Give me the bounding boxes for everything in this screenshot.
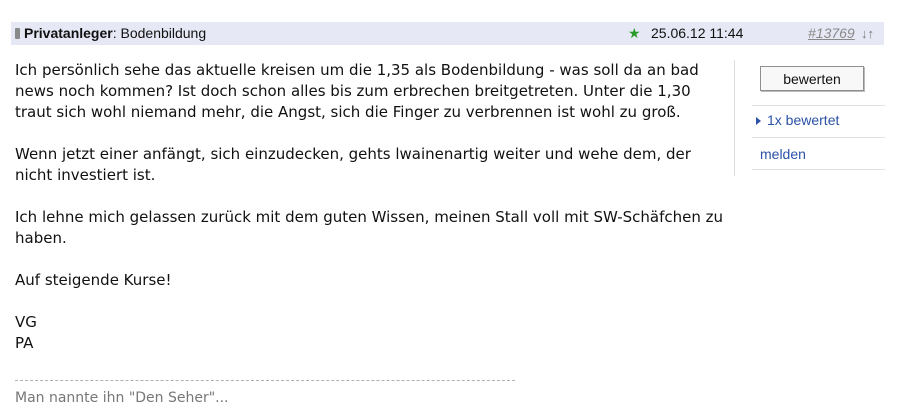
signature: Man nannte ihn "Den Seher"... (15, 390, 229, 406)
sidebar-divider (752, 169, 885, 170)
username[interactable]: Privatanleger (24, 25, 113, 41)
post-paragraph: VG PA (15, 313, 37, 352)
vertical-divider (734, 60, 735, 176)
post-header-bar: Privatanleger: Bodenbildung ★ 25.06.12 1… (11, 22, 884, 45)
post-author-subject: Privatanleger: Bodenbildung (15, 22, 206, 45)
star-icon: ★ (628, 25, 641, 41)
user-icon (15, 28, 20, 39)
post-paragraph: Wenn jetzt einer anfängt, sich einzudeck… (15, 145, 691, 184)
sidebar-divider (752, 137, 885, 138)
report-link[interactable]: melden (760, 146, 806, 162)
post-paragraph: Ich persönlich sehe das aktuelle kreisen… (15, 61, 699, 121)
signature-divider (15, 380, 515, 381)
sidebar-divider (752, 105, 885, 106)
expand-triangle-icon (756, 117, 761, 125)
post-date: 25.06.12 11:44 (651, 25, 744, 41)
post-body: Ich persönlich sehe das aktuelle kreisen… (15, 60, 730, 354)
rated-count-link[interactable]: 1x bewertet (756, 112, 839, 128)
separator: : (112, 25, 117, 41)
post-paragraph: Ich lehne mich gelassen zurück mit dem g… (15, 208, 724, 247)
rate-button[interactable]: bewerten (760, 66, 864, 91)
post-subject: Bodenbildung (120, 25, 207, 41)
nav-arrows: ↓↑ (861, 22, 874, 45)
post-paragraph: Auf steigende Kurse! (15, 271, 172, 289)
rated-count-label: 1x bewertet (767, 112, 840, 128)
post-id-link[interactable]: #13769 (808, 22, 855, 45)
arrow-up-icon[interactable]: ↑ (868, 26, 875, 41)
